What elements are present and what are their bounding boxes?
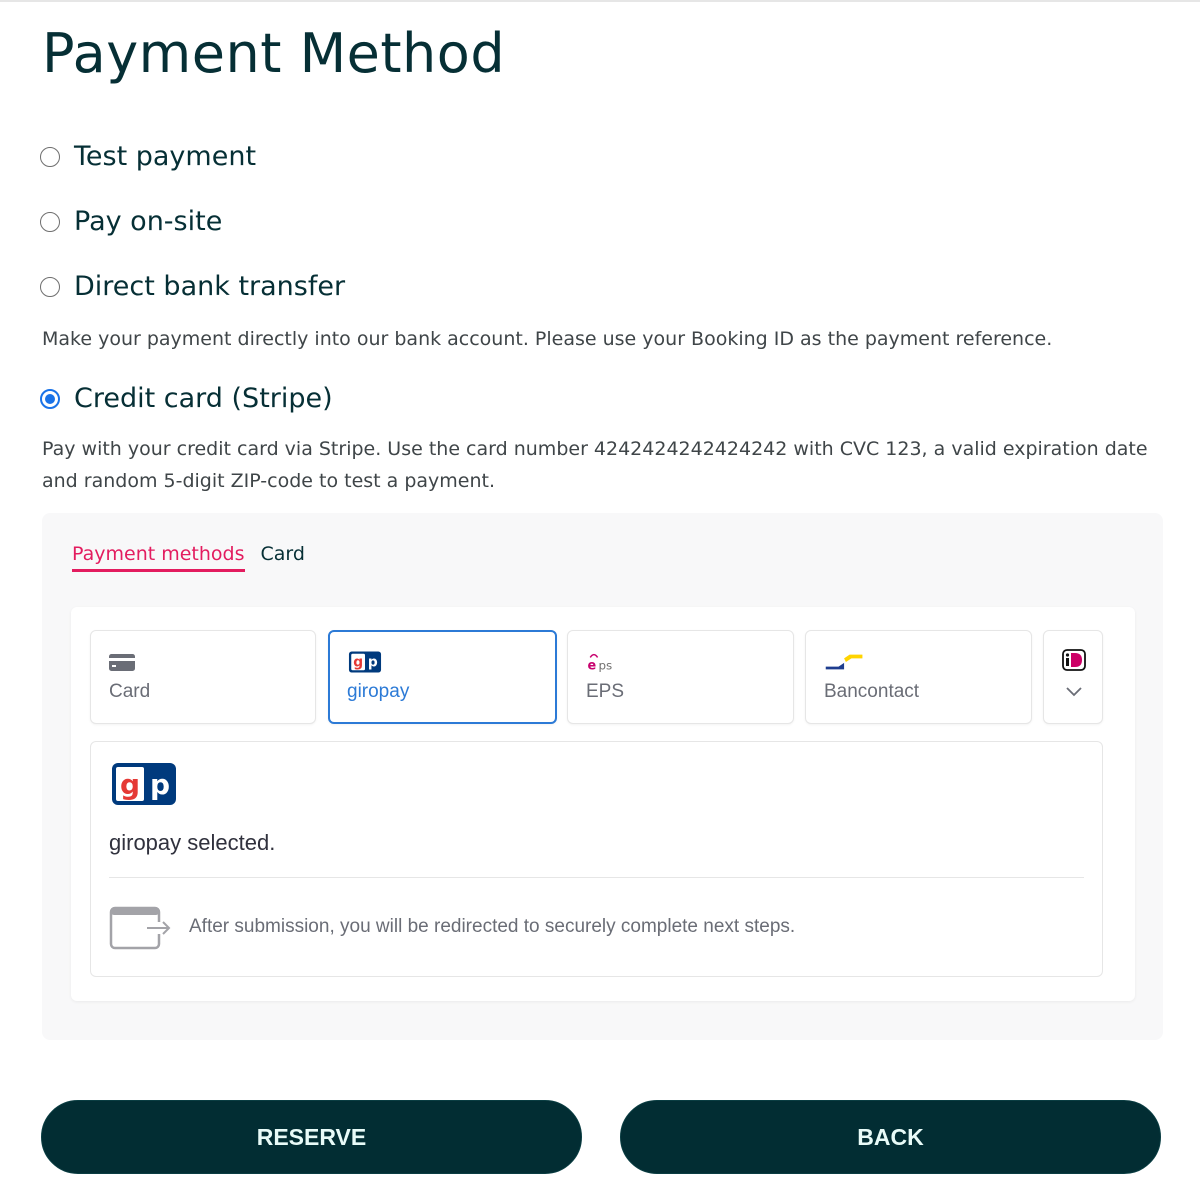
giropay-logo-icon: g p [348, 651, 382, 673]
method-label: EPS [586, 681, 625, 702]
svg-text:g: g [120, 768, 140, 801]
detail-divider [109, 877, 1084, 878]
top-divider [0, 0, 1200, 2]
radio-credit-card-stripe[interactable]: Credit card (Stripe) [40, 383, 333, 414]
stripe-tabs: Payment methods Card [72, 543, 305, 572]
tab-card[interactable]: Card [261, 543, 305, 572]
bancontact-logo-icon [825, 654, 863, 670]
selected-method-detail: g p giropay selected. After submission, … [90, 741, 1103, 977]
radio-button[interactable] [40, 146, 60, 167]
method-label: Card [109, 681, 151, 702]
svg-text:p: p [368, 655, 378, 671]
payment-methods-panel: Card g p giropay e ps EPS Bancontact g p… [71, 607, 1135, 1001]
stripe-description-line2: and random 5-digit ZIP-code to test a pa… [42, 470, 496, 492]
radio-label: Direct bank transfer [74, 271, 346, 302]
method-tile-eps[interactable]: e ps EPS [567, 630, 794, 724]
svg-text:g: g [353, 655, 363, 671]
bank-transfer-description: Make your payment directly into our bank… [42, 328, 1053, 350]
radio-button-checked[interactable] [40, 388, 60, 409]
method-tile-giropay[interactable]: g p giropay [328, 630, 557, 724]
radio-direct-bank-transfer[interactable]: Direct bank transfer [40, 271, 345, 302]
tab-payment-methods[interactable]: Payment methods [72, 543, 245, 572]
method-label: Bancontact [824, 681, 920, 702]
radio-label: Credit card (Stripe) [74, 383, 333, 414]
chevron-down-icon [1066, 687, 1082, 697]
redirect-browser-icon [109, 906, 171, 950]
ideal-logo-icon [1062, 649, 1086, 671]
selected-method-title: giropay selected. [109, 830, 276, 855]
page-title: Payment Method [42, 22, 506, 85]
svg-text:e: e [588, 658, 597, 673]
giropay-logo-large-icon: g p [112, 763, 176, 805]
method-tile-bancontact[interactable]: Bancontact [805, 630, 1032, 724]
method-label: giropay [347, 681, 410, 702]
radio-label: Test payment [74, 141, 257, 172]
svg-text:p: p [150, 768, 170, 801]
radio-button[interactable] [40, 276, 60, 297]
more-methods-dropdown[interactable] [1043, 630, 1103, 724]
radio-label: Pay on-site [74, 206, 223, 237]
method-tile-card[interactable]: Card [90, 630, 316, 724]
credit-card-icon [109, 654, 135, 671]
radio-button[interactable] [40, 211, 60, 232]
reserve-button[interactable]: RESERVE [41, 1100, 582, 1174]
svg-text:ps: ps [599, 658, 613, 672]
back-button[interactable]: BACK [620, 1100, 1161, 1174]
eps-logo-icon: e ps [588, 653, 613, 673]
redirect-notice: After submission, you will be redirected… [189, 916, 796, 937]
stripe-description-line1: Pay with your credit card via Stripe. Us… [42, 438, 1148, 460]
radio-test-payment[interactable]: Test payment [40, 141, 256, 172]
radio-pay-on-site[interactable]: Pay on-site [40, 206, 222, 237]
stripe-payment-element: Payment methods Card Card g p giropay e … [42, 513, 1163, 1040]
